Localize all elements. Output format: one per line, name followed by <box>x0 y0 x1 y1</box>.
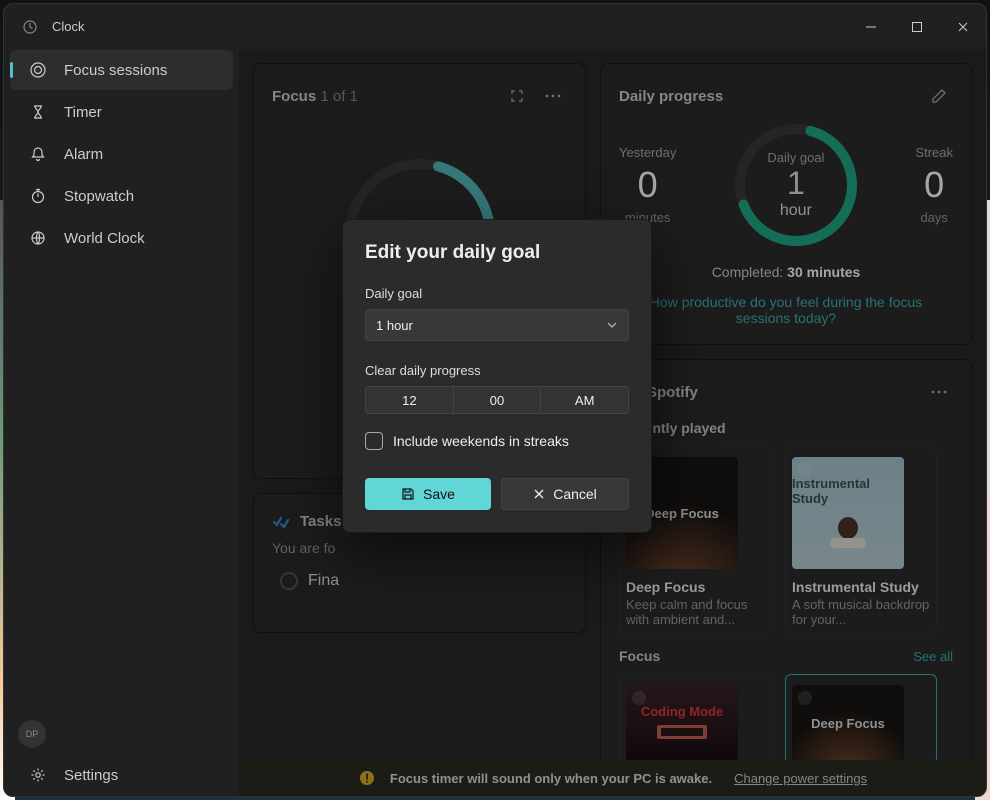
close-icon <box>533 488 545 500</box>
hourglass-icon <box>28 104 48 120</box>
include-weekends-checkbox[interactable] <box>365 432 383 450</box>
stopwatch-icon <box>28 188 48 204</box>
sidebar-item-label: Stopwatch <box>64 188 134 205</box>
save-button[interactable]: Save <box>365 478 491 510</box>
gear-icon <box>28 767 48 783</box>
clock-app-window: Clock Focus sessions Timer Alarm Stopwat <box>3 3 987 797</box>
globe-icon <box>28 230 48 246</box>
sidebar-item-label: Alarm <box>64 146 103 163</box>
sidebar-item-world-clock[interactable]: World Clock <box>10 218 233 258</box>
sidebar-item-settings[interactable]: Settings <box>10 755 233 795</box>
sidebar-item-label: Settings <box>64 767 118 784</box>
time-hour-input[interactable]: 12 <box>365 386 454 414</box>
time-ampm-input[interactable]: AM <box>541 386 629 414</box>
time-minute-input[interactable]: 00 <box>454 386 542 414</box>
daily-goal-label: Daily goal <box>365 286 629 301</box>
sidebar: Focus sessions Timer Alarm Stopwatch Wor… <box>4 49 239 796</box>
sidebar-item-timer[interactable]: Timer <box>10 92 233 132</box>
daily-goal-select[interactable]: 1 hour <box>365 309 629 341</box>
dialog-title: Edit your daily goal <box>365 242 629 264</box>
clear-progress-label: Clear daily progress <box>365 363 629 378</box>
edit-daily-goal-dialog: Edit your daily goal Daily goal 1 hour C… <box>342 219 652 533</box>
bell-icon <box>28 146 48 162</box>
save-icon <box>401 487 415 501</box>
sidebar-item-stopwatch[interactable]: Stopwatch <box>10 176 233 216</box>
chevron-down-icon <box>606 321 618 329</box>
sidebar-item-label: Focus sessions <box>64 62 167 79</box>
include-weekends-label: Include weekends in streaks <box>393 433 569 449</box>
cancel-button[interactable]: Cancel <box>501 478 629 510</box>
close-button[interactable] <box>940 11 986 43</box>
app-icon <box>22 19 38 35</box>
maximize-button[interactable] <box>894 11 940 43</box>
title-bar: Clock <box>4 4 986 49</box>
user-avatar[interactable]: DP <box>18 720 46 748</box>
app-title: Clock <box>52 19 85 34</box>
sidebar-item-label: Timer <box>64 104 102 121</box>
sidebar-item-label: World Clock <box>64 230 145 247</box>
sidebar-item-alarm[interactable]: Alarm <box>10 134 233 174</box>
minimize-button[interactable] <box>848 11 894 43</box>
sidebar-item-focus-sessions[interactable]: Focus sessions <box>10 50 233 90</box>
target-icon <box>28 61 48 79</box>
